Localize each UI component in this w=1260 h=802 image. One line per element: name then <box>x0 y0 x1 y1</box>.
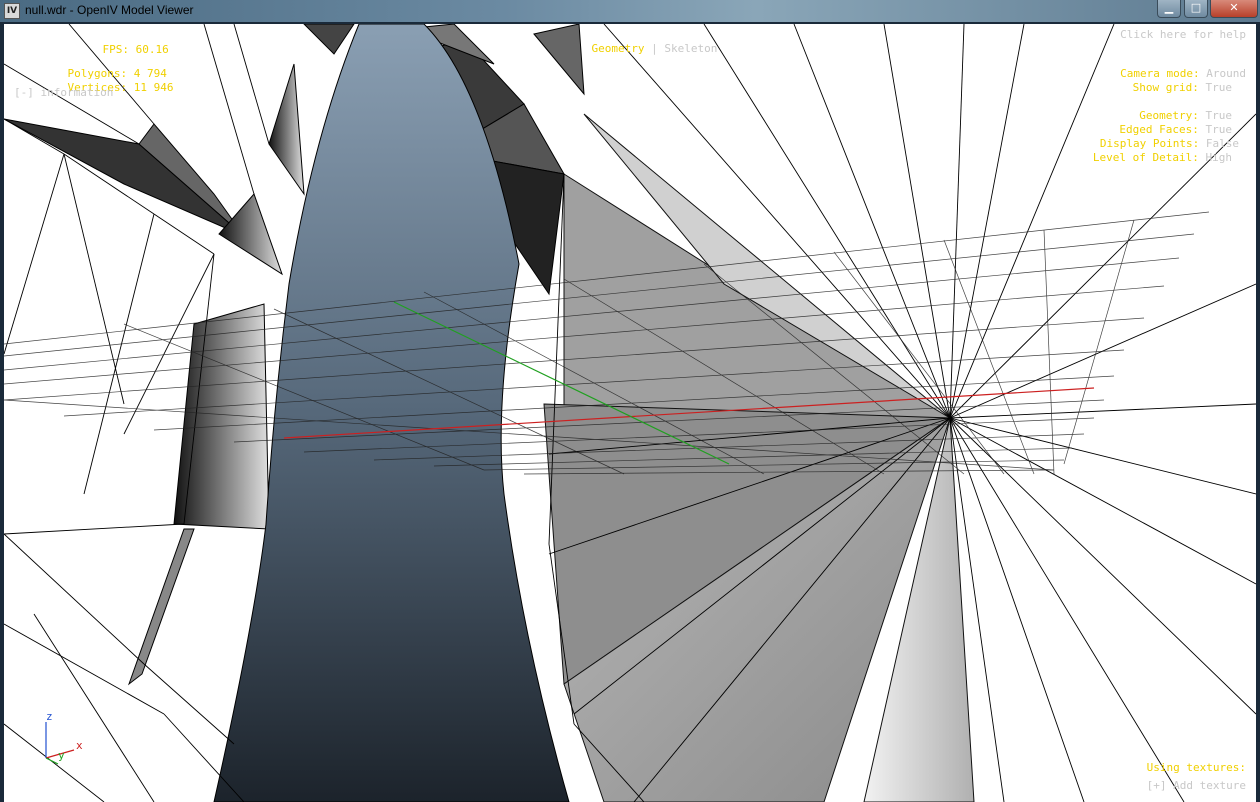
help-link[interactable]: Click here for help <box>1120 28 1246 42</box>
window-title: null.wdr - OpenIV Model Viewer <box>25 3 194 17</box>
tab-geometry[interactable]: Geometry <box>592 42 645 55</box>
lod-value[interactable]: High <box>1206 151 1233 164</box>
y-axis-label: y <box>58 749 65 762</box>
z-axis-label: z <box>46 710 53 723</box>
maximize-button[interactable]: □ <box>1184 0 1208 18</box>
axis-gizmo: z x y <box>40 710 100 776</box>
y-axis-icon <box>45 757 59 765</box>
show-grid-label: Show grid: <box>1132 81 1199 94</box>
add-texture-button[interactable]: [+] Add texture <box>1147 779 1246 793</box>
tab-skeleton[interactable]: Skeleton <box>664 42 717 55</box>
lod-row[interactable]: Level of Detail: High <box>1066 137 1232 179</box>
close-button[interactable]: ✕ <box>1210 0 1258 18</box>
using-textures-label: Using textures: <box>1146 761 1246 774</box>
3d-viewport[interactable]: FPS: 60.16 Polygons: 4 794 Vertices: 11 … <box>4 24 1256 802</box>
information-toggle[interactable]: [-] information <box>14 86 113 100</box>
tab-separator: | <box>651 42 658 55</box>
vertices-value: 11 946 <box>133 81 174 94</box>
app-icon: IV <box>4 3 20 19</box>
title-bar: IV null.wdr - OpenIV Model Viewer ▁ □ ✕ <box>0 0 1260 22</box>
view-tabs: Geometry | Skeleton <box>565 28 718 70</box>
minimize-button[interactable]: ▁ <box>1157 0 1181 18</box>
x-axis-label: x <box>76 739 83 752</box>
lod-label: Level of Detail: <box>1092 151 1199 164</box>
show-grid-value[interactable]: True <box>1206 81 1233 94</box>
